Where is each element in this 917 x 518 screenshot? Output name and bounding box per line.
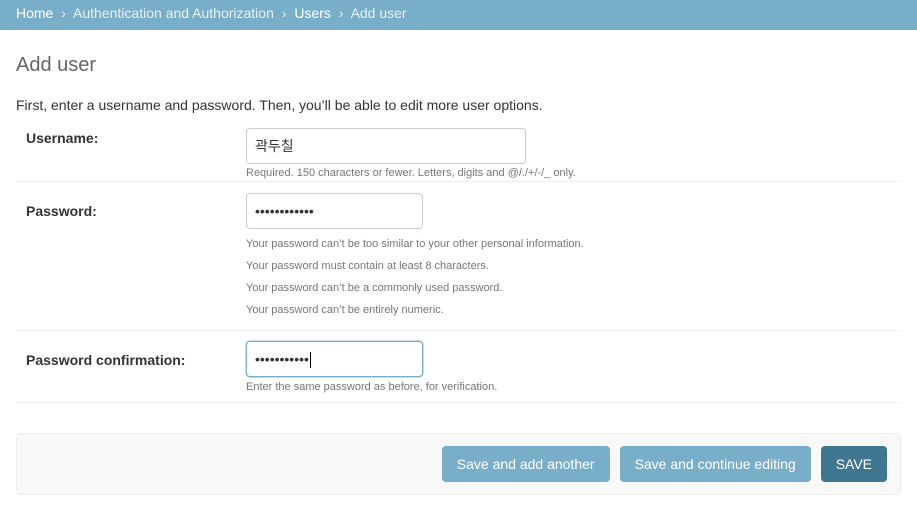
password-label: Password: <box>26 203 97 219</box>
user-form: Username: 곽두칠 Required. 150 characters o… <box>16 120 901 403</box>
password-input[interactable]: •••••••••••• <box>246 193 423 229</box>
breadcrumb-separator: › <box>338 5 344 21</box>
password-help-item: Your password can’t be too similar to yo… <box>246 238 584 250</box>
breadcrumb: Home › Authentication and Authorization … <box>0 0 917 30</box>
username-label: Username: <box>26 130 99 146</box>
username-help: Required. 150 characters or fewer. Lette… <box>246 167 576 179</box>
breadcrumb-home-link[interactable]: Home <box>16 5 53 21</box>
password-confirmation-value: ••••••••••• <box>255 351 309 367</box>
main-content: Add user First, enter a username and pas… <box>0 52 917 495</box>
password-help-list: Your password can’t be too similar to yo… <box>246 233 901 321</box>
username-row: Username: 곽두칠 Required. 150 characters o… <box>16 120 901 182</box>
save-and-continue-button[interactable]: Save and continue editing <box>619 446 811 482</box>
submit-row: Save and add another Save and continue e… <box>16 433 901 495</box>
password-confirmation-label: Password confirmation: <box>26 352 186 368</box>
password-help-item: Your password can’t be a commonly used p… <box>246 282 503 294</box>
breadcrumb-app-link[interactable]: Authentication and Authorization <box>73 5 274 21</box>
password-confirmation-help: Enter the same password as before, for v… <box>246 381 498 393</box>
password-help-item: Your password can’t be entirely numeric. <box>246 304 444 316</box>
intro-text: First, enter a username and password. Th… <box>16 97 543 113</box>
text-caret <box>309 352 311 369</box>
save-and-add-another-button[interactable]: Save and add another <box>441 446 610 482</box>
password-help-item: Your password must contain at least 8 ch… <box>246 260 489 272</box>
password-row: Password: •••••••••••• Your password can… <box>16 182 901 331</box>
breadcrumb-separator: › <box>61 5 66 21</box>
breadcrumb-current: Add user <box>350 5 407 21</box>
breadcrumb-separator: › <box>281 5 287 21</box>
password-confirmation-input[interactable]: ••••••••••• <box>246 341 423 377</box>
breadcrumb-users-link[interactable]: Users <box>294 5 331 21</box>
username-input[interactable]: 곽두칠 <box>246 128 526 164</box>
password-confirmation-row: Password confirmation: ••••••••••• Enter… <box>16 331 901 403</box>
page-title: Add user <box>16 54 97 76</box>
save-button[interactable]: SAVE <box>820 446 887 482</box>
